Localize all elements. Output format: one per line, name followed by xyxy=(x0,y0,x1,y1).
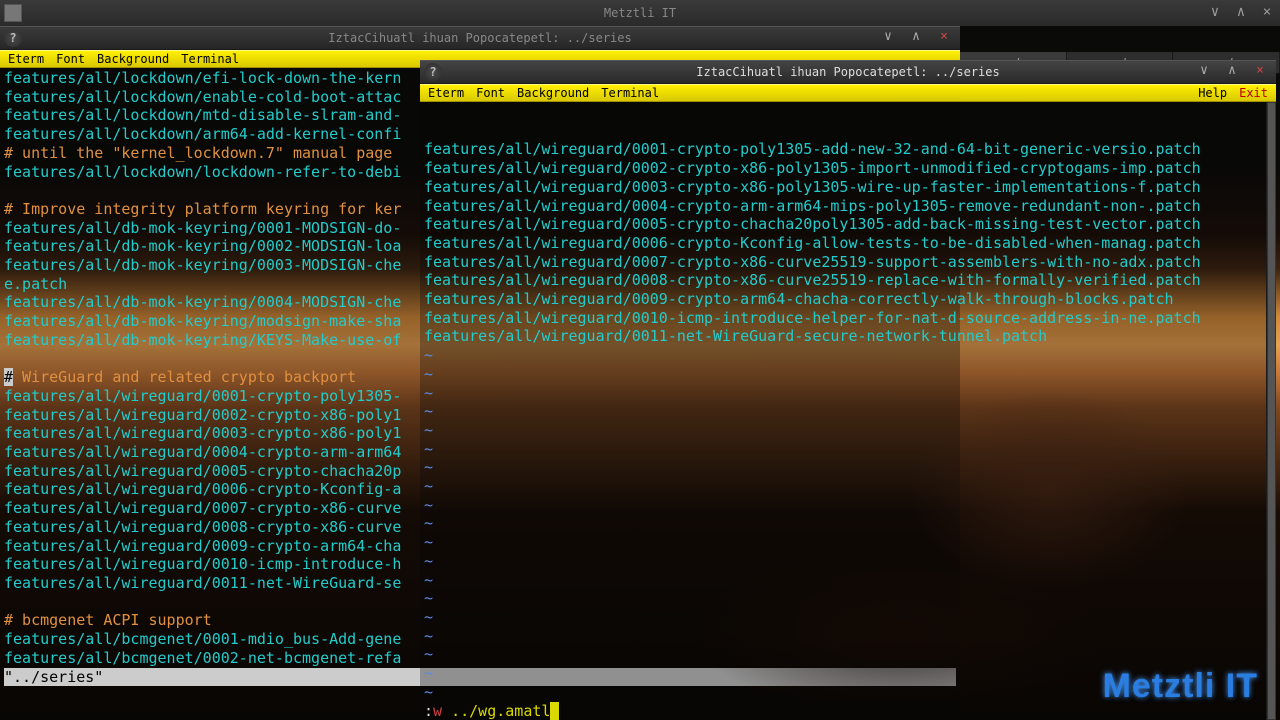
roll-down-button[interactable]: ∨ xyxy=(1192,65,1216,79)
menu-background[interactable]: Background xyxy=(511,86,595,100)
roll-down-button[interactable]: ∨ xyxy=(876,31,900,45)
close-button[interactable]: × xyxy=(1258,6,1276,20)
minimize-button[interactable]: ∨ xyxy=(1206,6,1224,20)
eterm-menubar: Eterm Font Background Terminal Help Exit xyxy=(420,84,1276,102)
menu-eterm[interactable]: Eterm xyxy=(2,52,50,66)
desktop-area: zsh zsh zsh ? IztacCihuatl ihuan Popocat… xyxy=(0,26,1280,720)
menu-background[interactable]: Background xyxy=(91,52,175,66)
roll-up-button[interactable]: ∧ xyxy=(904,31,928,45)
close-button[interactable]: × xyxy=(1248,65,1272,79)
menu-terminal[interactable]: Terminal xyxy=(175,52,245,66)
terminal-window-front: ? IztacCihuatl ihuan Popocatepetl: ../se… xyxy=(420,60,1276,720)
menu-exit[interactable]: Exit xyxy=(1233,86,1274,100)
scrollbar[interactable] xyxy=(1266,102,1276,720)
maximize-button[interactable]: ∧ xyxy=(1232,6,1250,20)
close-button[interactable]: × xyxy=(932,31,956,45)
menu-font[interactable]: Font xyxy=(470,86,511,100)
menu-help[interactable]: Help xyxy=(1192,86,1233,100)
terminal-title: IztacCihuatl ihuan Popocatepetl: ../seri… xyxy=(328,31,631,45)
terminal-content[interactable]: features/all/wireguard/0001-crypto-poly1… xyxy=(420,102,1276,720)
help-icon[interactable]: ? xyxy=(424,63,442,81)
menu-font[interactable]: Font xyxy=(50,52,91,66)
terminal-titlebar[interactable]: ? IztacCihuatl ihuan Popocatepetl: ../se… xyxy=(420,60,1276,84)
terminal-title: IztacCihuatl ihuan Popocatepetl: ../seri… xyxy=(696,65,999,79)
roll-up-button[interactable]: ∧ xyxy=(1220,65,1244,79)
terminal-titlebar[interactable]: ? IztacCihuatl ihuan Popocatepetl: ../se… xyxy=(0,26,960,50)
help-icon[interactable]: ? xyxy=(4,29,22,47)
system-menu-icon[interactable] xyxy=(4,4,22,22)
main-window-title: Metztli IT xyxy=(604,6,676,20)
menu-eterm[interactable]: Eterm xyxy=(422,86,470,100)
main-titlebar: Metztli IT ∨ ∧ × xyxy=(0,0,1280,26)
scrollbar-thumb[interactable] xyxy=(1267,102,1276,720)
main-window-buttons: ∨ ∧ × xyxy=(1206,6,1276,20)
menu-terminal[interactable]: Terminal xyxy=(595,86,665,100)
